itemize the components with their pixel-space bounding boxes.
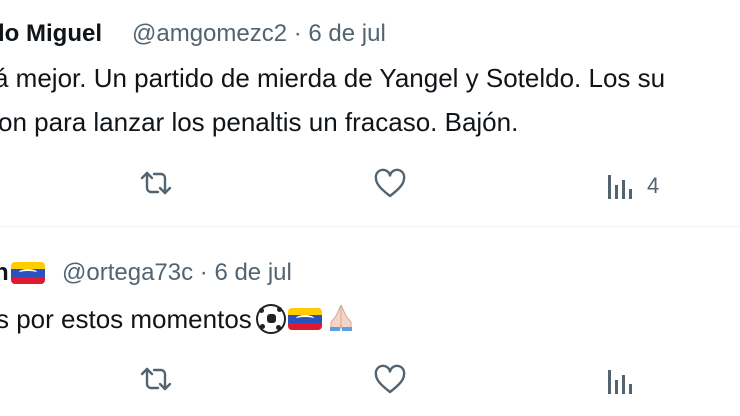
author-handle-and-date[interactable]: @ortega73c · 6 de jul — [62, 259, 292, 287]
heart-icon — [374, 364, 406, 394]
bar-chart-icon — [608, 175, 632, 199]
views-button[interactable]: 4 — [607, 171, 659, 201]
tweet-text-line: on para lanzar los penaltis un fracaso. … — [0, 107, 519, 137]
tweet-text-line: á mejor. Un partido de mierda de Yangel … — [0, 63, 666, 93]
retweet-button[interactable] — [138, 168, 174, 198]
views-count: 4 — [647, 173, 660, 198]
folded-hands-icon — [326, 302, 356, 336]
author-handle-and-date[interactable]: @amgomezc2 · 6 de jul — [132, 20, 386, 48]
tweet-text: s por estos momentos — [0, 303, 252, 334]
retweet-button[interactable] — [138, 364, 174, 394]
author-display-name-text: n — [0, 259, 9, 286]
venezuela-flag-icon — [287, 308, 322, 330]
author-display-name[interactable]: lo Miguel — [0, 20, 102, 48]
bar-chart-icon — [608, 370, 632, 394]
author-display-name[interactable]: n — [0, 259, 45, 287]
views-button[interactable] — [607, 366, 635, 396]
heart-icon — [374, 168, 406, 198]
venezuela-flag-icon — [10, 262, 45, 284]
tweet-text-line: s por estos momentos — [0, 302, 356, 336]
retweet-icon — [140, 171, 172, 195]
like-button[interactable] — [373, 364, 407, 396]
soccer-ball-icon — [255, 304, 286, 334]
retweet-icon — [140, 367, 172, 391]
tweet-divider — [0, 226, 740, 227]
like-button[interactable] — [373, 168, 407, 200]
